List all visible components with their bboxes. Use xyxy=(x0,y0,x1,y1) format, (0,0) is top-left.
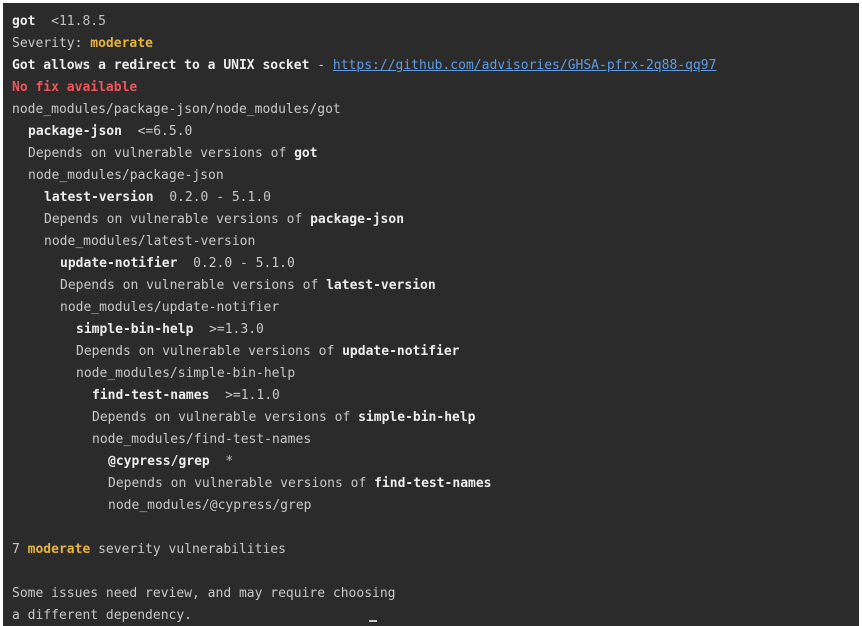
depends-target: find-test-names xyxy=(374,476,492,491)
dependency-path: node_modules/@cypress/grep xyxy=(108,498,312,513)
summary-severity: moderate xyxy=(27,542,91,557)
dependency-name: @cypress/grep xyxy=(108,454,210,469)
depends-prefix: Depends on vulnerable versions of xyxy=(92,410,351,425)
advisory-range: <11.8.5 xyxy=(51,14,106,29)
dependency-name: find-test-names xyxy=(92,388,210,403)
dependency-name: latest-version xyxy=(44,190,154,205)
dependency-range: >=1.3.0 xyxy=(209,322,264,337)
summary-suffix: severity vulnerabilities xyxy=(98,542,286,557)
severity-value: moderate xyxy=(90,36,153,51)
terminal-output: got <11.8.5 Severity: moderate Got allow… xyxy=(12,11,859,626)
depends-target: got xyxy=(294,146,318,161)
dependency-range: * xyxy=(225,454,234,469)
advisory-separator: - xyxy=(317,58,326,73)
terminal-window[interactable]: got <11.8.5 Severity: moderate Got allow… xyxy=(3,3,859,626)
dependency-range: 0.2.0 - 5.1.0 xyxy=(193,256,295,271)
advisory-package: got xyxy=(12,14,36,29)
dependency-header: simple-bin-help >=1.3.0 xyxy=(12,319,859,341)
depends-line: Depends on vulnerable versions of latest… xyxy=(12,275,859,297)
dependency-path: node_modules/package-json xyxy=(28,168,224,183)
dependency-header: @cypress/grep * xyxy=(12,451,859,473)
review-line-1: Some issues need review, and may require… xyxy=(12,586,396,601)
severity-line: Severity: moderate xyxy=(12,33,859,55)
depends-target: simple-bin-help xyxy=(358,410,476,425)
dependency-path: node_modules/find-test-names xyxy=(92,432,312,447)
dependency-name: update-notifier xyxy=(60,256,178,271)
depends-line: Depends on vulnerable versions of find-t… xyxy=(12,473,859,495)
summary-count: 7 xyxy=(12,542,20,557)
advisory-link[interactable]: https://github.com/advisories/GHSA-pfrx-… xyxy=(333,58,717,73)
depends-prefix: Depends on vulnerable versions of xyxy=(76,344,335,359)
depends-prefix: Depends on vulnerable versions of xyxy=(60,278,319,293)
severity-label: Severity: xyxy=(12,36,83,51)
dependency-header: find-test-names >=1.1.0 xyxy=(12,385,859,407)
depends-prefix: Depends on vulnerable versions of xyxy=(108,476,367,491)
dependency-name: simple-bin-help xyxy=(76,322,194,337)
dependency-path: node_modules/simple-bin-help xyxy=(76,366,296,381)
dependency-range: <=6.5.0 xyxy=(137,124,193,139)
depends-target: update-notifier xyxy=(342,344,460,359)
advisory-title-line: Got allows a redirect to a UNIX socket -… xyxy=(12,55,859,77)
dependency-path: node_modules/latest-version xyxy=(44,234,256,249)
dependency-range: >=1.1.0 xyxy=(225,388,280,403)
dependency-header: package-json <=6.5.0 xyxy=(12,121,859,143)
advisory-path: node_modules/package-json/node_modules/g… xyxy=(12,102,341,117)
depends-prefix: Depends on vulnerable versions of xyxy=(44,212,303,227)
advisory-title: Got allows a redirect to a UNIX socket xyxy=(12,58,310,73)
fix-status-line: No fix available xyxy=(12,77,859,99)
depends-line: Depends on vulnerable versions of got xyxy=(12,143,859,165)
dependency-header: latest-version 0.2.0 - 5.1.0 xyxy=(12,187,859,209)
summary-line: 7 moderate severity vulnerabilities xyxy=(12,539,859,561)
dependency-name: package-json xyxy=(28,124,122,139)
depends-target: latest-version xyxy=(326,278,436,293)
fix-status: No fix available xyxy=(12,80,138,95)
depends-line: Depends on vulnerable versions of packag… xyxy=(12,209,859,231)
advisory-header: got <11.8.5 xyxy=(12,11,859,33)
review-line-2: a different dependency. xyxy=(12,608,193,623)
text-cursor xyxy=(369,620,377,622)
depends-prefix: Depends on vulnerable versions of xyxy=(28,146,287,161)
dependency-path: node_modules/update-notifier xyxy=(60,300,280,315)
dependency-header: update-notifier 0.2.0 - 5.1.0 xyxy=(12,253,859,275)
dependency-range: 0.2.0 - 5.1.0 xyxy=(169,190,271,205)
depends-target: package-json xyxy=(310,212,405,227)
depends-line: Depends on vulnerable versions of update… xyxy=(12,341,859,363)
depends-line: Depends on vulnerable versions of simple… xyxy=(12,407,859,429)
